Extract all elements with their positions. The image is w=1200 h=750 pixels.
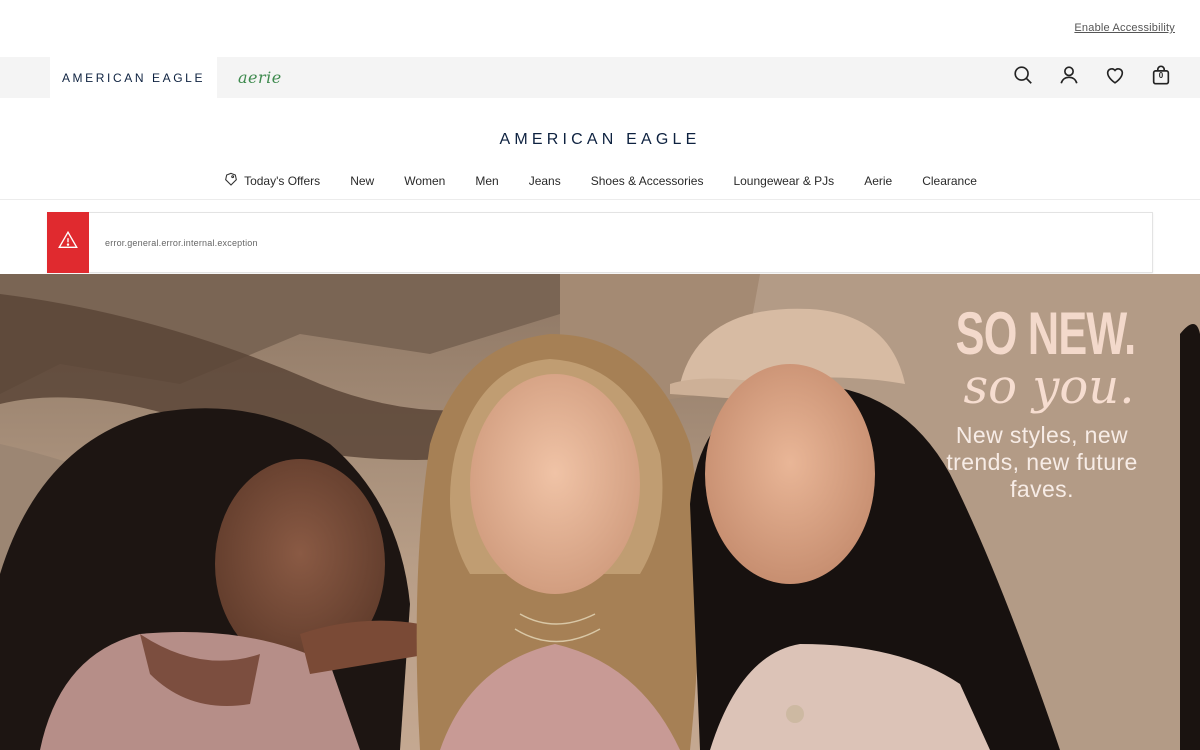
nav-item-men[interactable]: Men bbox=[460, 174, 513, 188]
brand-tab-american-eagle[interactable]: AMERICAN EAGLE bbox=[50, 57, 217, 98]
nav-item-label: Shoes & Accessories bbox=[590, 173, 704, 188]
enable-accessibility-link[interactable]: Enable Accessibility bbox=[1074, 22, 1175, 34]
nav-item-shoes-accessories[interactable]: Shoes & Accessories bbox=[576, 174, 719, 188]
nav-item-todays-offers[interactable]: Today's Offers bbox=[208, 171, 335, 190]
account-button[interactable] bbox=[1046, 57, 1092, 98]
site-header: AMERICAN EAGLE Today's Offers New Women … bbox=[0, 98, 1200, 200]
nav-item-aerie[interactable]: Aerie bbox=[849, 174, 907, 188]
nav-item-label: Loungewear & PJs bbox=[733, 173, 835, 188]
shopping-bag-button[interactable]: 0 bbox=[1138, 57, 1184, 98]
account-icon bbox=[1058, 64, 1080, 91]
nav-item-women[interactable]: Women bbox=[389, 174, 460, 188]
nav-item-label: Women bbox=[404, 173, 446, 188]
hero-copy: SO NEW. so you. New styles, new trends, … bbox=[922, 302, 1162, 503]
nav-item-label: Men bbox=[475, 173, 499, 188]
nav-item-label: New bbox=[350, 173, 375, 188]
brand-tab-aerie[interactable]: aerie bbox=[217, 57, 307, 98]
brand-bar: AMERICAN EAGLE aerie 0 bbox=[0, 57, 1200, 98]
brand-tab-label: aerie bbox=[238, 68, 282, 87]
search-icon bbox=[1012, 64, 1034, 91]
offer-tag-icon bbox=[223, 171, 239, 190]
hero-subtext: New styles, new trends, new future faves… bbox=[946, 422, 1138, 502]
error-icon-box bbox=[47, 211, 89, 273]
hero-script-text: so you. bbox=[963, 359, 1135, 415]
utility-icons: 0 bbox=[1000, 57, 1184, 98]
logo-text: AMERICAN EAGLE bbox=[499, 131, 701, 148]
error-banner: error.general.error.internal.exception bbox=[47, 211, 1153, 273]
nav-item-label: Jeans bbox=[528, 173, 561, 188]
accessibility-strip: Enable Accessibility bbox=[0, 0, 1200, 57]
search-button[interactable] bbox=[1000, 57, 1046, 98]
wishlist-heart-icon bbox=[1104, 64, 1126, 91]
brand-tab-label: AMERICAN EAGLE bbox=[61, 70, 206, 85]
wishlist-button[interactable] bbox=[1092, 57, 1138, 98]
bag-count: 0 bbox=[1158, 71, 1164, 80]
nav-item-jeans[interactable]: Jeans bbox=[514, 174, 576, 188]
nav-item-loungewear-pjs[interactable]: Loungewear & PJs bbox=[718, 174, 849, 188]
nav-item-label: Aerie bbox=[864, 173, 893, 188]
nav-item-new[interactable]: New bbox=[335, 174, 389, 188]
hero-headline: SO NEW. bbox=[955, 300, 1137, 367]
hero-banner[interactable]: SO NEW. so you. New styles, new trends, … bbox=[0, 274, 1200, 750]
error-message: error.general.error.internal.exception bbox=[105, 237, 258, 248]
nav-item-label: Today's Offers bbox=[244, 173, 321, 188]
main-nav: Today's Offers New Women Men Jeans Shoes… bbox=[0, 171, 1200, 190]
nav-item-label: Clearance bbox=[922, 173, 977, 188]
site-logo[interactable]: AMERICAN EAGLE bbox=[0, 131, 1200, 149]
warning-triangle-icon bbox=[57, 229, 79, 256]
nav-item-clearance[interactable]: Clearance bbox=[907, 174, 992, 188]
